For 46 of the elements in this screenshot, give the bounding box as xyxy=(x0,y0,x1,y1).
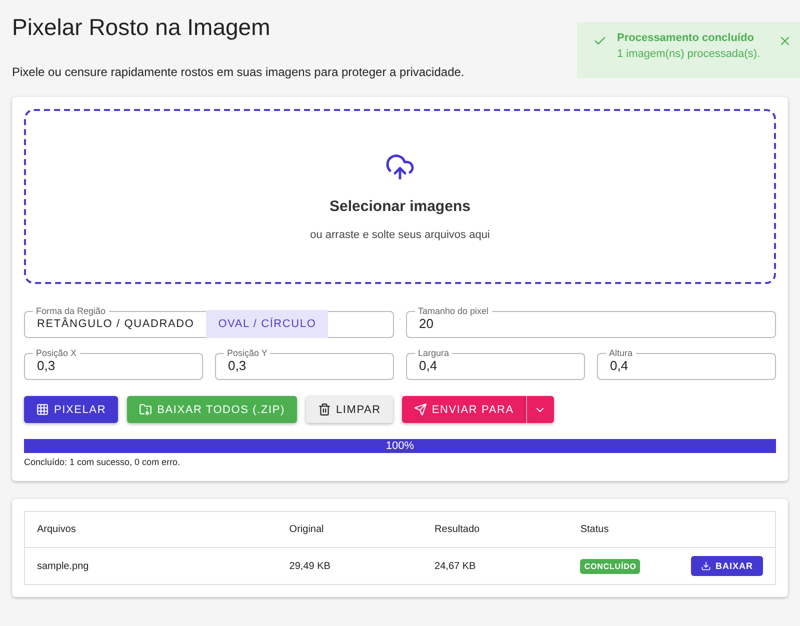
drop-title: Selecionar imagens xyxy=(330,198,470,215)
table-cell: 29,49 KB xyxy=(277,548,423,584)
page-subtitle: Pixele ou censure rapidamente rostos em suas imagens para proteger a privacidade. xyxy=(12,65,464,79)
table-cell: sample.png xyxy=(24,548,278,584)
field-label: Largura xyxy=(417,348,450,358)
text-field[interactable]: Tamanho do pixel 20 xyxy=(406,306,776,338)
field-label: Posição X xyxy=(35,348,78,358)
clear-button[interactable]: LIMPAR xyxy=(306,396,393,423)
text-field[interactable]: Posição X 0,3 xyxy=(24,348,203,380)
download-icon xyxy=(701,561,712,571)
field-label: Forma da Região xyxy=(35,306,107,316)
field-value: 0,4 xyxy=(417,357,574,374)
field-label: Posição Y xyxy=(226,348,268,358)
status-badge: CONCLUÍDO xyxy=(580,558,640,574)
summary-text: Concluído: 1 com sucesso, 0 com erro. xyxy=(24,457,182,467)
field-value: 0,4 xyxy=(608,357,765,374)
pixelate-button[interactable]: PIXELAR xyxy=(24,396,118,423)
field-value: 0,3 xyxy=(226,357,383,374)
text-field[interactable]: Posição Y 0,3 xyxy=(215,348,394,380)
field-value: 0,3 xyxy=(35,357,192,374)
column-header: Status xyxy=(568,512,680,548)
column-header: Resultado xyxy=(422,512,568,548)
upload-icon xyxy=(385,152,415,182)
column-header: Arquivos xyxy=(24,512,278,548)
toast-title: Processamento concluído xyxy=(617,32,755,44)
table-cell: 24,67 KB xyxy=(422,548,568,584)
grid-icon xyxy=(36,403,49,416)
text-field[interactable]: Altura 0,4 xyxy=(597,348,776,380)
send-icon xyxy=(414,403,427,416)
download-button[interactable]: BAIXAR xyxy=(691,556,763,576)
close-icon[interactable] xyxy=(778,34,792,48)
dropdown-button[interactable] xyxy=(526,396,554,423)
progress-text: 100% xyxy=(386,439,414,453)
page-title: Pixelar Rosto na Imagem xyxy=(12,14,270,41)
field-label: Tamanho do pixel xyxy=(417,306,490,316)
toast-message: 1 imagem(ns) processada(s). xyxy=(617,48,762,60)
folder-icon xyxy=(139,403,152,416)
field-value: 20 xyxy=(417,315,765,332)
column-header: Original xyxy=(277,512,423,548)
send-button[interactable]: ENVIAR PARA xyxy=(402,396,526,423)
drop-hint: ou arraste e solte seus arquivos aqui xyxy=(310,229,490,241)
text-field[interactable]: Largura 0,4 xyxy=(406,348,585,380)
trash-icon xyxy=(318,403,331,416)
field-label: Altura xyxy=(608,348,634,358)
drop-zone[interactable]: Selecionar imagens ou arraste e solte seus arquivos aqui xyxy=(24,109,776,284)
shape-option[interactable]: OVAL / CÍRCULO xyxy=(206,310,328,338)
